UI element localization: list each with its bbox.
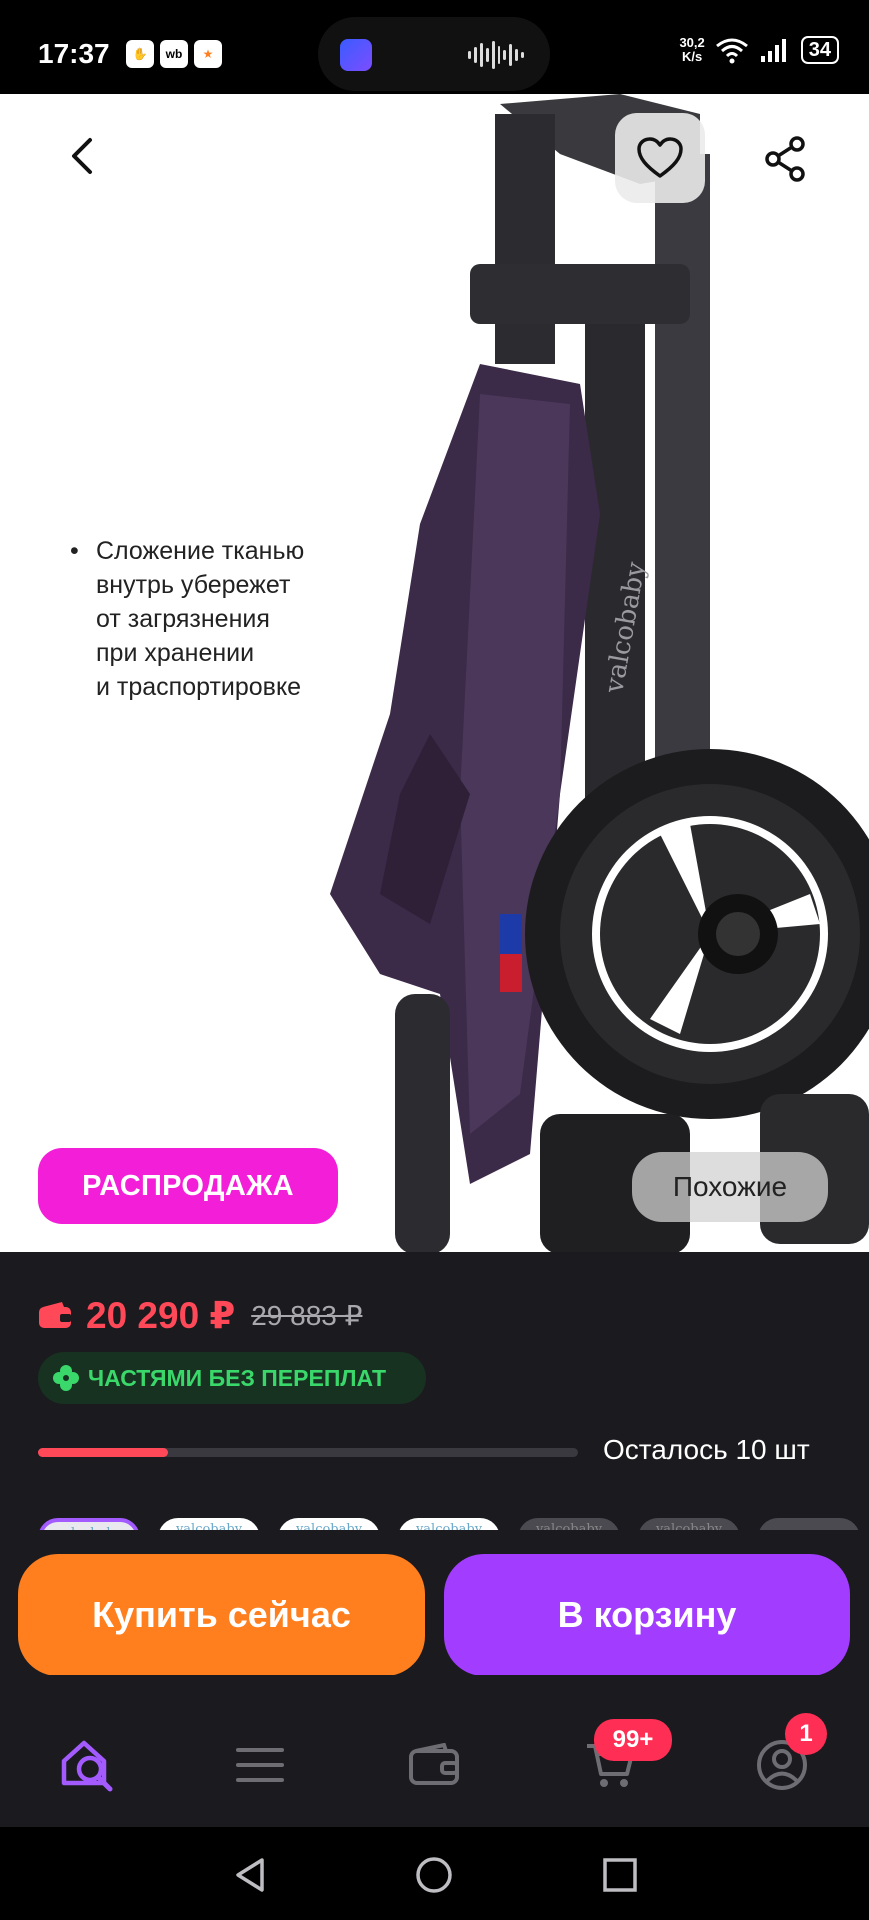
caption-line: и траспортировке (96, 673, 302, 701)
stock-progress-bar (38, 1448, 578, 1457)
back-button[interactable] (50, 124, 114, 188)
clover-icon (53, 1365, 79, 1391)
stock-progress-fill (38, 1448, 168, 1457)
nav-catalog[interactable] (228, 1733, 292, 1797)
buy-now-button[interactable]: Купить сейчас (18, 1554, 425, 1676)
wifi-icon (715, 38, 748, 64)
square-recents-icon (603, 1858, 637, 1892)
signal-icon (760, 39, 786, 62)
home-search-icon (61, 1740, 113, 1792)
status-app-icons: ✋ wb ★ (126, 40, 222, 68)
system-home-button[interactable] (406, 1847, 462, 1903)
menu-icon (236, 1748, 284, 1782)
app-icon (340, 39, 372, 71)
price-row: 20 290 ₽ 29 883 ₽ (38, 1290, 362, 1340)
stock-remaining: Осталось 10 шт (603, 1434, 810, 1465)
sale-badge[interactable]: РАСПРОДАЖА (38, 1148, 338, 1224)
system-back-button[interactable] (222, 1847, 278, 1903)
triangle-back-icon (236, 1858, 264, 1892)
product-image-gallery[interactable]: valcobaby • Сложение тканью внутрь убере… (0, 94, 869, 1252)
dynamic-island (318, 17, 550, 91)
installment-badge[interactable]: ЧАСТЯМИ БЕЗ ПЕРЕПЛАТ (38, 1352, 426, 1404)
installment-label: ЧАСТЯМИ БЕЗ ПЕРЕПЛАТ (88, 1364, 387, 1391)
cart-count-badge: 99+ (594, 1719, 672, 1761)
caption-line: от загрязнения (96, 605, 270, 633)
bottom-navigation: 99+ 1 (0, 1675, 869, 1827)
wallet-nav-icon (409, 1743, 459, 1785)
caption-text: Сложение тканью внутрь убережет от загря… (96, 534, 304, 704)
profile-notification-badge: 1 (785, 1713, 827, 1755)
network-speed: 30,2 K/s (679, 36, 704, 64)
chevron-left-icon (72, 138, 92, 174)
system-recents-button[interactable] (592, 1847, 648, 1903)
star-app-icon: ★ (194, 40, 222, 68)
nav-wallet[interactable] (402, 1733, 466, 1797)
share-icon (765, 136, 805, 182)
current-price: 20 290 ₽ (86, 1294, 236, 1336)
audio-wave-icon (468, 39, 525, 71)
status-right: 30,2 K/s 34 (679, 36, 839, 64)
wb-app-icon: wb (160, 40, 188, 68)
add-to-cart-button[interactable]: В корзину (444, 1554, 850, 1676)
similar-products-button[interactable]: Похожие (632, 1152, 828, 1222)
heart-icon (637, 137, 683, 178)
purchase-actions: Купить сейчас В корзину (0, 1530, 869, 1676)
status-bar: 17:37 ✋ wb ★ 30,2 K/s 34 (0, 0, 869, 94)
caption-line: Сложение тканью (96, 537, 305, 565)
favorite-button[interactable] (615, 113, 705, 203)
share-button[interactable] (750, 124, 820, 194)
circle-home-icon (416, 1857, 452, 1893)
hand-icon: ✋ (126, 40, 154, 68)
caption-bullet: • (70, 537, 79, 565)
wallet-icon (39, 1302, 71, 1328)
network-speed-value: 30,2 (679, 35, 705, 50)
system-navigation-bar (0, 1827, 869, 1920)
network-speed-unit: K/s (681, 49, 703, 64)
nav-home-search[interactable] (56, 1733, 120, 1797)
caption-line: при хранении (96, 639, 255, 667)
status-time: 17:37 (38, 38, 110, 69)
battery-indicator: 34 (800, 36, 839, 64)
caption-line: внутрь убережет (96, 571, 291, 599)
old-price: 29 883 ₽ (251, 1299, 363, 1331)
